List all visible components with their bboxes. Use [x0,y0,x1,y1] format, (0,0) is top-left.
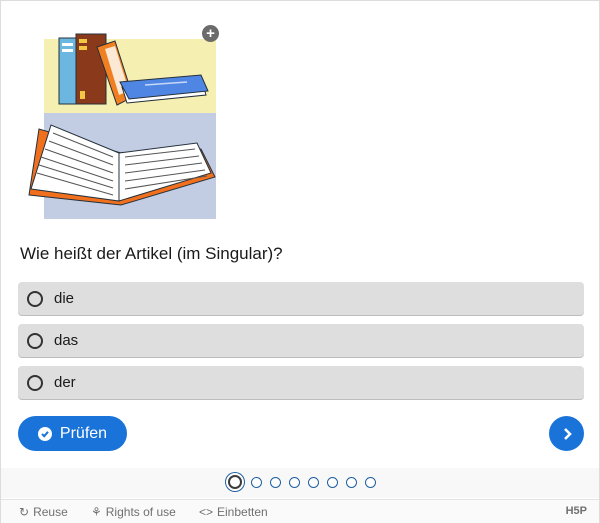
reuse-label: Reuse [33,505,68,519]
h5p-logo[interactable]: H5P [566,505,587,517]
progress-dot-2[interactable] [251,476,262,488]
answer-option-das[interactable]: das [18,324,584,357]
reuse-link[interactable]: ↻ Reuse [19,505,68,519]
answer-label: das [54,332,79,349]
radio-icon [27,290,43,307]
progress-dot-8[interactable] [365,476,376,488]
check-button[interactable]: Prüfen [18,416,127,451]
progress-dot-4[interactable] [289,476,300,488]
answer-option-der[interactable]: der [18,366,584,399]
code-icon: <> [199,505,214,519]
footer-bar: ↻ Reuse ⚘ Rights of use <> Einbetten H5P [1,499,599,523]
answer-option-die[interactable]: die [18,282,584,315]
progress-bar [1,468,599,498]
progress-dot-1[interactable] [228,475,242,489]
h5p-content-frame: + Wie heißt der Artikel (im Singular)? d… [0,0,600,523]
check-button-label: Prüfen [59,424,108,442]
rights-of-use-link[interactable]: ⚘ Rights of use [91,505,176,519]
radio-icon [27,374,43,391]
next-question-button[interactable] [549,416,584,451]
chevron-right-icon [563,427,572,440]
handshake-icon: ⚘ [91,505,102,519]
books-illustration [25,25,221,219]
progress-dot-6[interactable] [327,476,338,488]
progress-dot-7[interactable] [346,476,357,488]
answer-label: der [54,374,76,391]
embed-link[interactable]: <> Einbetten [199,505,268,519]
plus-icon: + [206,25,215,42]
answer-label: die [54,290,75,307]
progress-dots [227,475,384,489]
rights-label: Rights of use [105,505,176,519]
radio-icon [27,332,43,349]
answer-list: die das der [18,282,584,408]
progress-dot-3[interactable] [270,476,281,488]
embed-label: Einbetten [217,505,268,519]
checkmark-circle-icon [37,426,52,441]
image-zoom-button[interactable]: + [202,25,219,42]
progress-dot-5[interactable] [308,476,319,488]
reuse-icon: ↻ [19,505,30,519]
question-text: Wie heißt der Artikel (im Singular)? [20,244,283,263]
